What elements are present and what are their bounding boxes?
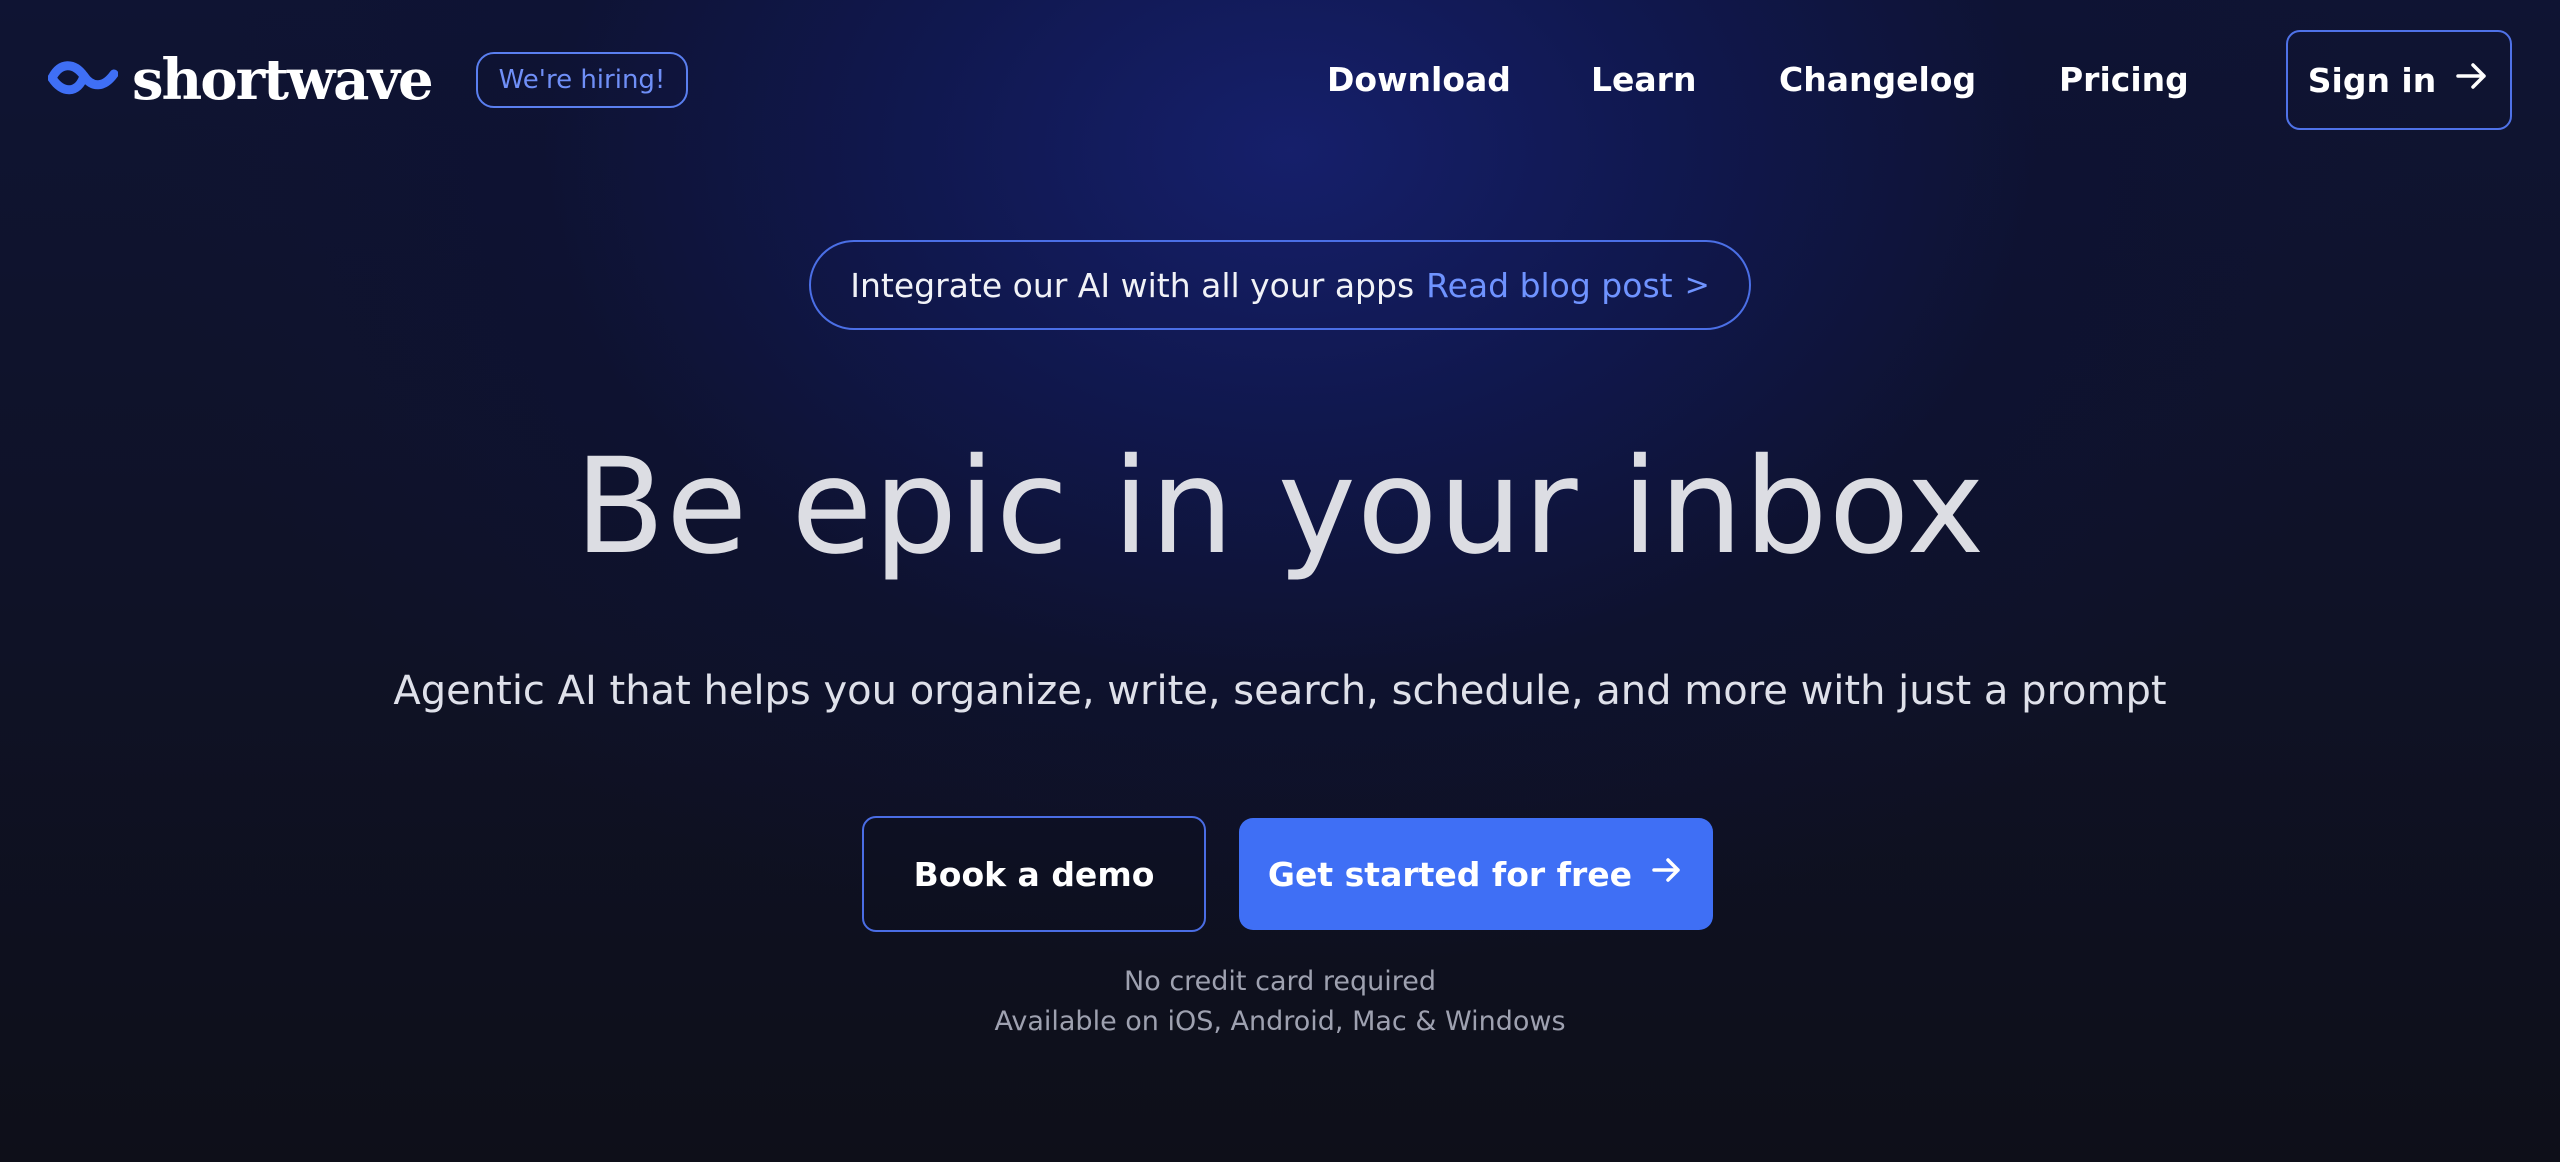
chevron-right-icon: > [1684,267,1710,303]
nav-download[interactable]: Download [1327,60,1511,99]
hero-subtitle: Agentic AI that helps you organize, writ… [393,668,2167,714]
platforms-note: Available on iOS, Android, Mac & Windows [994,1006,1566,1037]
nav-changelog[interactable]: Changelog [1779,60,1976,99]
sign-in-button[interactable]: Sign in [2286,30,2512,130]
get-started-button[interactable]: Get started for free [1239,818,1713,930]
hiring-badge[interactable]: We're hiring! [476,52,688,108]
nav-pricing[interactable]: Pricing [2059,60,2189,99]
hero-title: Be epic in your inbox [574,430,1986,584]
book-demo-button[interactable]: Book a demo [862,816,1206,932]
announcement-text: Integrate our AI with all your apps [850,265,1415,305]
no-credit-card-note: No credit card required [1124,966,1436,997]
nav-learn[interactable]: Learn [1591,60,1696,99]
wave-logo-icon [47,56,119,104]
get-started-label: Get started for free [1267,854,1633,894]
logo-wordmark: shortwave [132,47,434,113]
read-blog-post-link[interactable]: Read blog post [1426,266,1672,305]
logo[interactable]: shortwave [47,40,434,120]
sign-in-label: Sign in [2307,60,2437,100]
arrow-right-icon [2454,58,2490,102]
arrow-right-icon [1650,853,1684,895]
announcement-pill[interactable]: Integrate our AI with all your apps Read… [809,240,1751,330]
site-header: shortwave We're hiring! Download Learn C… [0,0,2560,160]
